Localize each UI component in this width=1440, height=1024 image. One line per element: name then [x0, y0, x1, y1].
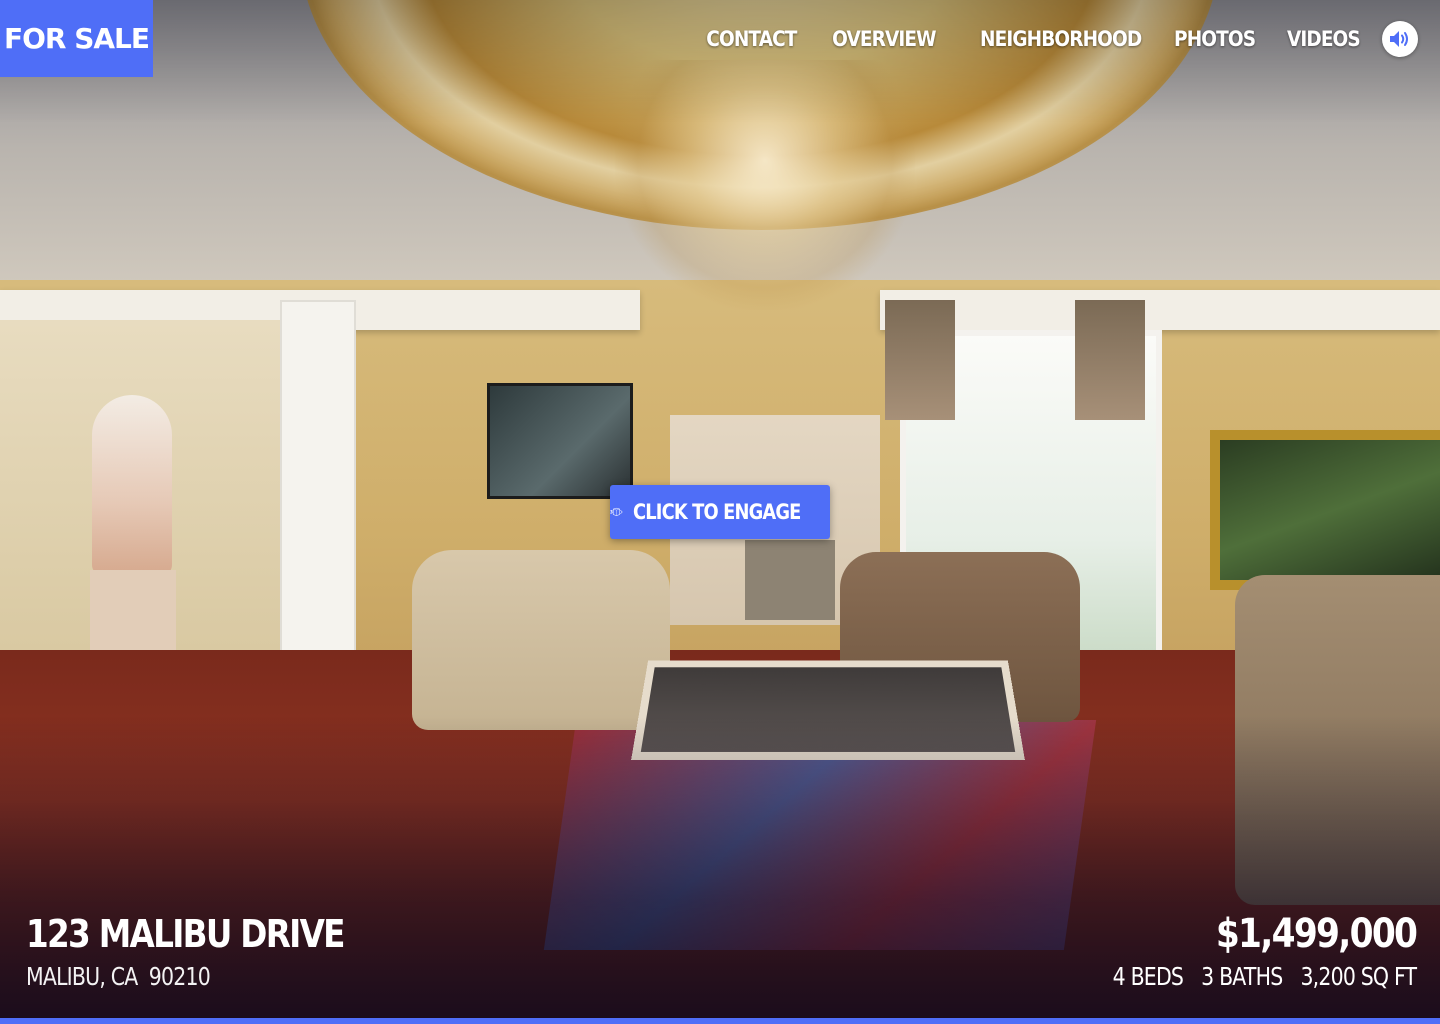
listing-price: $1,499,000: [1215, 911, 1418, 957]
for-sale-badge: FOR SALE: [0, 0, 153, 77]
top-nav: CONTACT OVERVIEW NEIGHBORHOOD PHOTOS VID…: [672, 18, 1418, 60]
square-footage: 3,200 SQ FT: [1300, 962, 1417, 991]
speaker-icon: [1390, 31, 1408, 47]
bottom-accent-bar: [0, 1018, 1440, 1024]
nav-videos[interactable]: VIDEOS: [1287, 27, 1361, 51]
nav-neighborhood[interactable]: NEIGHBORHOOD: [980, 27, 1142, 51]
price-block: $1,499,000 4 BEDS 3 BATHS 3,200 SQ FT: [1024, 910, 1418, 994]
nav-photos[interactable]: PHOTOS: [1174, 27, 1256, 51]
property-stats: 4 BEDS 3 BATHS 3,200 SQ FT: [1094, 960, 1416, 994]
baths-count: 3 BATHS: [1200, 962, 1283, 991]
3d-icon: 3: [610, 507, 623, 516]
click-to-engage-button[interactable]: 3 CLICK TO ENGAGE: [610, 485, 830, 539]
for-sale-label: FOR SALE: [3, 22, 150, 55]
svg-text:3: 3: [610, 510, 613, 515]
street-address: 123 MALIBU DRIVE: [26, 912, 345, 956]
nav-contact[interactable]: CONTACT: [706, 27, 797, 51]
address-block: 123 MALIBU DRIVE MALIBU, CA 90210: [26, 910, 396, 994]
nav-overview[interactable]: OVERVIEW: [832, 27, 936, 51]
city-state-zip: MALIBU, CA 90210: [26, 962, 211, 991]
beds-count: 4 BEDS: [1112, 962, 1183, 991]
sound-toggle-button[interactable]: [1382, 21, 1418, 57]
engage-label: CLICK TO ENGAGE: [632, 500, 801, 524]
